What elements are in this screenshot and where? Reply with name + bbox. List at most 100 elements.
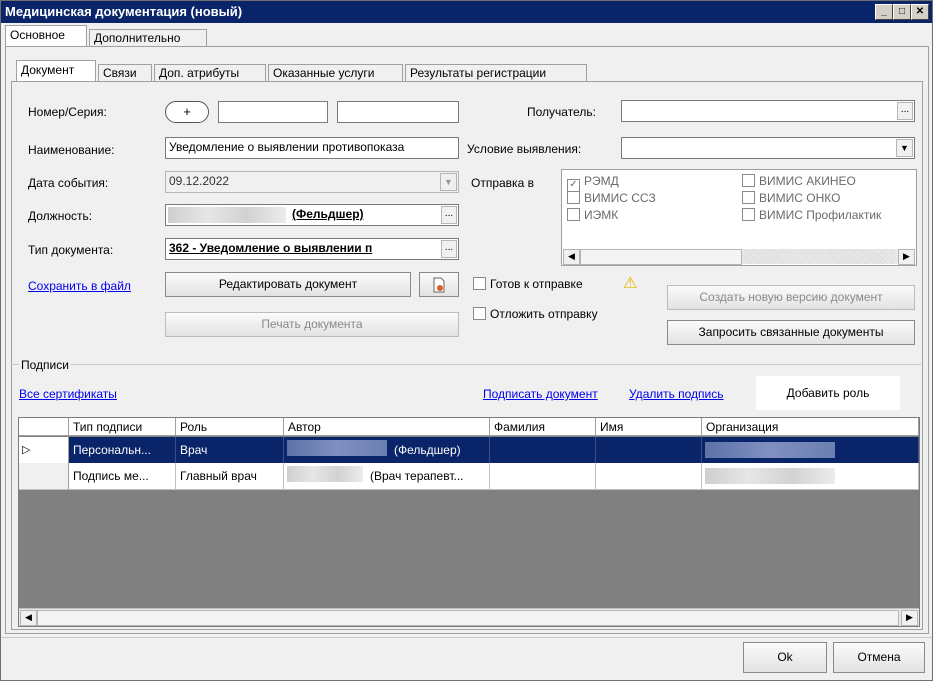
request-related-documents-button[interactable]: Запросить связанные документы	[667, 320, 915, 345]
column-header[interactable]: Роль	[176, 418, 284, 436]
scroll-right-button[interactable]: ▶	[901, 610, 918, 626]
send-option-label: ВИМИС АКИНЕО	[759, 174, 856, 188]
send-option-akineo[interactable]: ВИМИС АКИНЕО	[742, 174, 856, 188]
redacted-name	[168, 207, 286, 223]
date-dropdown-button[interactable]: ▼	[440, 173, 457, 191]
send-list-scrollbar[interactable]: ◀ ▶	[563, 249, 915, 265]
tab-services[interactable]: Оказанные услуги	[268, 64, 403, 82]
tab-additional[interactable]: Дополнительно	[89, 29, 207, 47]
doctype-label: Тип документа:	[28, 243, 114, 257]
column-header[interactable]: Автор	[284, 418, 490, 436]
create-new-version-button[interactable]: Создать новую версию документ	[667, 285, 915, 310]
doctype-field[interactable]: 362 - Уведомление о выявлении п ...	[165, 238, 459, 260]
send-to-label: Отправка в	[471, 176, 534, 190]
tab-main-label: Основное	[10, 28, 65, 42]
scroll-thumb[interactable]	[580, 249, 742, 265]
tab-services-label: Оказанные услуги	[273, 66, 375, 80]
row-pointer-icon: ▷	[22, 444, 31, 456]
send-option-label: РЭМД	[584, 174, 619, 188]
checkbox-icon	[473, 307, 486, 320]
send-option-iemk[interactable]: ИЭМК	[567, 208, 618, 222]
recipient-field[interactable]: ...	[621, 100, 915, 122]
print-document-button[interactable]: Печать документа	[165, 312, 459, 337]
maximize-icon: □	[898, 6, 906, 17]
close-button[interactable]: ✕	[911, 4, 929, 20]
title-bar: Медицинская документация (новый) _ □ ✕	[1, 1, 932, 23]
minimize-button[interactable]: _	[875, 4, 893, 20]
tab-main[interactable]: Основное	[5, 25, 87, 47]
send-option-label: ВИМИС ОНКО	[759, 191, 841, 205]
recipient-label: Получатель:	[527, 105, 596, 119]
column-header[interactable]: Имя	[596, 418, 702, 436]
tab-registration-results[interactable]: Результаты регистрации	[405, 64, 587, 82]
position-select-button[interactable]: ...	[441, 206, 457, 224]
tab-document[interactable]: Документ	[16, 60, 96, 82]
sign-document-link[interactable]: Подписать документ	[483, 387, 598, 401]
ok-button[interactable]: Ok	[743, 642, 827, 673]
scroll-left-button[interactable]: ◀	[20, 610, 37, 626]
role-cell: Врач	[176, 437, 284, 463]
column-header[interactable]: Организация	[702, 418, 919, 436]
tab-extra-attributes-label: Доп. атрибуты	[159, 66, 240, 80]
tab-links-label: Связи	[103, 66, 137, 80]
column-header[interactable]: Тип подписи	[69, 418, 176, 436]
cancel-button[interactable]: Отмена	[833, 642, 925, 673]
plus-icon: +	[183, 104, 191, 119]
position-field[interactable]: (Фельдшер) ...	[165, 204, 459, 226]
redacted-name	[287, 440, 387, 456]
redacted-organization	[705, 442, 835, 458]
ellipsis-icon: ...	[444, 242, 454, 253]
send-option-label: ВИМИС Профилактик	[759, 208, 882, 222]
tab-extra-attributes[interactable]: Доп. атрибуты	[154, 64, 266, 82]
send-option-remd[interactable]: ✓ РЭМД	[567, 174, 619, 192]
ready-to-send-checkbox[interactable]: Готов к отправке	[473, 277, 583, 291]
number-label: Номер/Серия:	[28, 105, 107, 119]
date-field[interactable]: 09.12.2022 ▼	[165, 171, 459, 193]
delete-signature-link[interactable]: Удалить подпись	[629, 387, 724, 401]
arrow-right-icon: ▶	[906, 612, 913, 622]
doctype-value: 362 - Уведомление о выявлении п	[169, 241, 373, 255]
edit-document-button[interactable]: Редактировать документ	[165, 272, 411, 297]
ready-to-send-label: Готов к отправке	[490, 277, 583, 291]
table-horizontal-scrollbar[interactable]: ◀ ▶	[19, 608, 919, 626]
arrow-left-icon: ◀	[568, 251, 575, 261]
scroll-left-button[interactable]: ◀	[563, 249, 580, 265]
row-selector[interactable]	[19, 463, 69, 489]
postpone-send-checkbox[interactable]: Отложить отправку	[473, 307, 598, 321]
condition-dropdown-button[interactable]: ▼	[896, 139, 913, 157]
save-to-file-link[interactable]: Сохранить в файл	[28, 279, 131, 293]
column-header[interactable]: Фамилия	[490, 418, 596, 436]
tab-links[interactable]: Связи	[98, 64, 152, 82]
checkbox-icon	[742, 191, 755, 204]
send-option-onko[interactable]: ВИМИС ОНКО	[742, 191, 840, 205]
arrow-left-icon: ◀	[25, 612, 32, 622]
author-position: (Фельдшер)	[394, 443, 461, 457]
send-option-ssz[interactable]: ВИМИС ССЗ	[567, 191, 656, 205]
doctype-select-button[interactable]: ...	[441, 240, 457, 258]
condition-select[interactable]: ▼	[621, 137, 915, 159]
table-row[interactable]: Подпись ме... Главный врач (Врач терапев…	[19, 463, 919, 490]
chevron-down-icon: ▼	[444, 177, 453, 187]
ellipsis-icon: ...	[900, 104, 910, 115]
send-option-profilaktika[interactable]: ВИМИС Профилактик	[742, 208, 881, 222]
author-position: (Врач терапевт...	[370, 469, 464, 483]
footer-divider	[1, 637, 932, 638]
add-number-button[interactable]: +	[165, 101, 209, 123]
arrow-right-icon: ▶	[903, 251, 910, 261]
row-header-corner	[19, 418, 69, 436]
position-value: (Фельдшер)	[292, 207, 364, 221]
table-row[interactable]: ▷ Персональн... Врач (Фельдшер)	[19, 437, 919, 463]
redacted-organization	[705, 468, 835, 484]
document-file-button[interactable]	[419, 272, 459, 297]
send-option-label: ВИМИС ССЗ	[584, 191, 656, 205]
maximize-button[interactable]: □	[893, 4, 911, 20]
series-input[interactable]	[337, 101, 459, 123]
scroll-thumb[interactable]	[37, 610, 899, 626]
scroll-right-button[interactable]: ▶	[898, 249, 915, 265]
row-selector[interactable]: ▷	[19, 437, 69, 463]
add-role-button[interactable]: Добавить роль	[756, 376, 900, 410]
name-input[interactable]: Уведомление о выявлении противопоказа	[165, 137, 459, 159]
number-input[interactable]	[218, 101, 328, 123]
recipient-select-button[interactable]: ...	[897, 102, 913, 120]
all-certificates-link[interactable]: Все сертификаты	[19, 387, 117, 401]
